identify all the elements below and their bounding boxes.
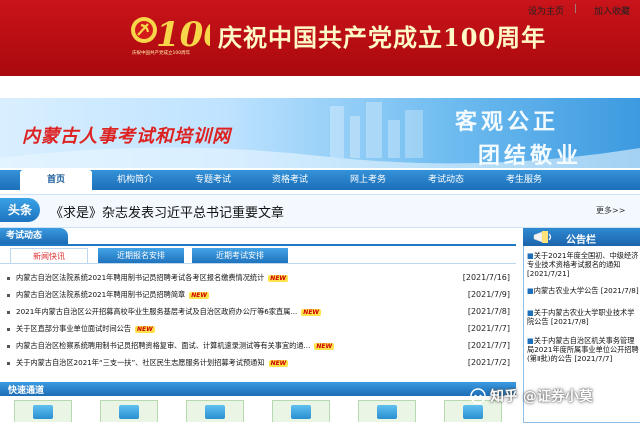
bulletin-item[interactable]: ■关于2021年度全国初、中级经济专业技术资格考试报名的通知 [2021/7/2… <box>527 251 639 278</box>
exam-news-title: 考试动态 <box>0 228 68 244</box>
nav-home[interactable]: 首页 <box>20 170 92 190</box>
new-badge: NEW <box>189 291 209 299</box>
news-title[interactable]: 关于内蒙古自治区2021年“三支一扶”、社区民生志愿服务计划招募考试预通知 NEW <box>16 358 289 368</box>
quick-link-icon <box>377 405 397 419</box>
bullet-icon <box>7 277 10 280</box>
bullet-icon <box>7 311 10 314</box>
news-title[interactable]: 关于区直部分事业单位面试时间公告 NEW <box>16 324 155 334</box>
quick-link-tile[interactable] <box>186 400 244 422</box>
megaphone-icon <box>532 229 554 249</box>
add-favorite-link[interactable]: 加入收藏 <box>594 4 630 17</box>
bulletin-item[interactable]: ■内蒙古农业大学公告 [2021/7/8] <box>527 286 639 295</box>
news-date: [2021/7/2] <box>467 358 510 367</box>
watermark-icon <box>470 388 486 408</box>
news-title[interactable]: 2021年内蒙古自治区公开招募高校毕业生服务基层考试及自治区政府办公厅等6家直属… <box>16 307 322 317</box>
news-row[interactable]: 2021年内蒙古自治区公开招募高校毕业生服务基层考试及自治区政府办公厅等6家直属… <box>0 304 516 320</box>
nav-online-exam-affairs[interactable]: 网上考务 <box>333 170 403 190</box>
slogan-line-2: 团结敬业 <box>478 143 583 169</box>
top-links-separator: | <box>574 4 578 14</box>
bullet-icon: ■ <box>527 251 534 260</box>
headline-more-link[interactable]: 更多>> <box>596 205 625 216</box>
new-badge: NEW <box>268 359 289 367</box>
quick-link-icon <box>205 405 225 419</box>
news-date: [2021/7/7] <box>467 341 510 350</box>
quick-link-tile[interactable] <box>100 400 158 422</box>
tab-recent-registration[interactable]: 近期报名安排 <box>98 248 184 263</box>
exam-news-header <box>0 228 516 246</box>
news-date: [2021/7/7] <box>467 324 510 333</box>
bullet-icon: ■ <box>527 308 534 317</box>
headline-badge: 头条 <box>0 198 40 222</box>
news-row[interactable]: 内蒙古自治区法院系统2021年聘用制书记员招聘简章 NEW [2021/7/9] <box>0 287 516 303</box>
banner-title: 庆祝中国共产党成立100周年 <box>218 23 547 52</box>
new-badge: NEW <box>301 308 322 316</box>
quick-link-icon <box>33 405 53 419</box>
tab-news-flash[interactable]: 新闻快讯 <box>10 248 88 264</box>
nav-about[interactable]: 机构简介 <box>100 170 170 190</box>
bulletin-title: 公告栏 <box>566 235 596 246</box>
news-row[interactable]: 内蒙古自治区检察系统聘用制书记员招聘资格复审、面试、计算机速录测试等有关事宜的通… <box>0 338 516 354</box>
news-title[interactable]: 内蒙古自治区检察系统聘用制书记员招聘资格复审、面试、计算机速录测试等有关事宜的通… <box>16 341 335 351</box>
bulletin-item[interactable]: ■关于内蒙古自治区机关事务管理局2021年度所属事业单位公开招聘(第Ⅱ批)的公告… <box>527 336 639 363</box>
news-title[interactable]: 内蒙古自治区法院系统2021年聘用制书记员招聘简章 NEW <box>16 290 209 300</box>
top-links-bar <box>0 76 640 99</box>
bullet-icon: ■ <box>527 336 534 345</box>
party-emblem-logo: 100 <box>128 4 227 68</box>
new-badge: NEW <box>135 325 155 333</box>
tab-divider <box>0 263 516 264</box>
new-badge: NEW <box>268 274 289 282</box>
bullet-icon <box>7 328 10 331</box>
new-badge: NEW <box>314 342 335 350</box>
quick-channel-header <box>0 382 516 396</box>
nav-candidate-services[interactable]: 考生服务 <box>489 170 559 190</box>
headline-link[interactable]: 《求是》杂志发表习近平总书记重要文章 <box>50 202 284 221</box>
watermark-text: 知乎 @证券小莫 <box>490 389 593 405</box>
bullet-icon <box>7 345 10 348</box>
news-date: [2021/7/9] <box>467 290 510 299</box>
bullet-icon <box>7 294 10 297</box>
quick-link-tile[interactable] <box>14 400 72 422</box>
slogan-line-1: 客观公正 <box>455 109 560 135</box>
set-homepage-link[interactable]: 设为主页 <box>528 4 564 17</box>
bullet-icon: ■ <box>527 286 534 295</box>
nav-qualification-exams[interactable]: 资格考试 <box>255 170 325 190</box>
quick-channel-title: 快速通道 <box>8 386 45 396</box>
bullet-icon <box>7 362 10 365</box>
news-date: [2021/7/8] <box>467 307 510 316</box>
quick-link-tile[interactable] <box>272 400 330 422</box>
quick-link-icon <box>119 405 139 419</box>
news-row[interactable]: 关于区直部分事业单位面试时间公告 NEW [2021/7/7] <box>0 321 516 337</box>
quick-link-icon <box>291 405 311 419</box>
news-date: [2021/7/16] <box>462 273 510 282</box>
news-row[interactable]: 内蒙古自治区法院系统2021年聘用制书记员招聘考试各考区报名缴费情况统计 NEW … <box>0 270 516 286</box>
nav-special-exams[interactable]: 专题考试 <box>178 170 248 190</box>
nav-exam-news[interactable]: 考试动态 <box>411 170 481 190</box>
tab-recent-exams[interactable]: 近期考试安排 <box>192 248 288 263</box>
site-title: 内蒙古人事考试和培训网 <box>22 126 231 147</box>
bulletin-item[interactable]: ■关于内蒙古农业大学职业技术学院公告 [2021/7/8] <box>527 308 639 326</box>
news-row[interactable]: 关于内蒙古自治区2021年“三支一扶”、社区民生志愿服务计划招募考试预通知 NEW… <box>0 355 516 371</box>
quick-link-tile[interactable] <box>358 400 416 422</box>
emblem-caption: 庆祝中国共产党成立100周年 <box>132 51 191 56</box>
news-title[interactable]: 内蒙古自治区法院系统2021年聘用制书记员招聘考试各考区报名缴费情况统计 NEW <box>16 273 289 283</box>
svg-text:100: 100 <box>156 15 210 55</box>
